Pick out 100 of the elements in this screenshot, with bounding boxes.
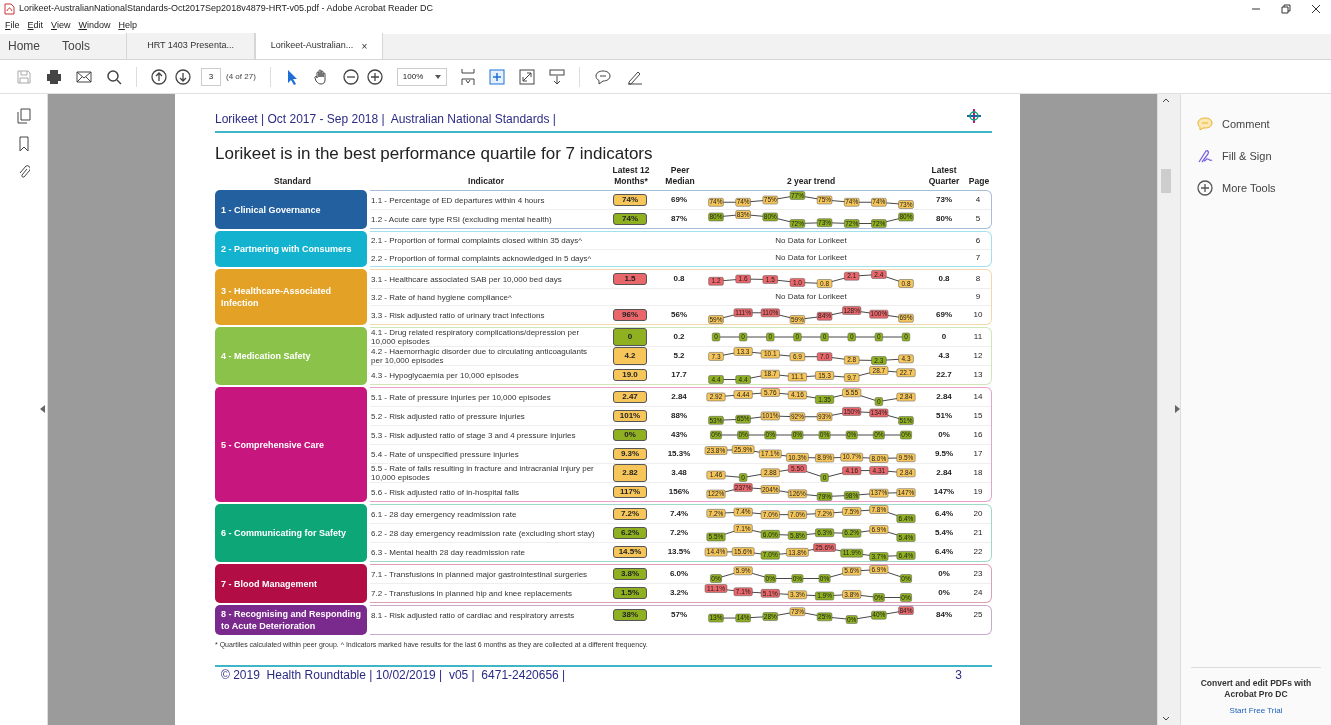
mail-icon[interactable] [76, 68, 92, 85]
indicator-text: 1.1 - Percentage of ED departures within 4 hours [370, 195, 546, 205]
tab-close-button[interactable]: × [361, 38, 368, 54]
restore-icon[interactable] [1281, 4, 1291, 14]
peer-median-text: 88% [670, 411, 688, 421]
fit-page-icon[interactable] [460, 67, 475, 86]
menu-item[interactable]: File [5, 19, 20, 33]
latest-quarter-text: 22.7 [935, 370, 953, 380]
comment-icon[interactable] [593, 68, 612, 85]
standard-tile: 1 - Clinical Governance [215, 190, 367, 229]
peer-median-text: 87% [670, 214, 688, 224]
page-reference-text: 7 [974, 253, 982, 263]
value-badge: 74% [613, 213, 647, 225]
value-badge: 14.5% [613, 546, 647, 558]
menu-item[interactable]: Window [78, 19, 111, 33]
close-icon[interactable] [1311, 4, 1321, 14]
hand-icon[interactable] [312, 68, 329, 85]
page-reference-text: 8 [974, 274, 982, 284]
page-reference-text: 23 [972, 569, 984, 579]
peer-median-text: 0.8 [672, 274, 686, 284]
indicator-text: 3.1 - Healthcare associated SAB per 10,000 bed days [370, 274, 563, 284]
standard-tile: 6 - Communicating for Safety [215, 504, 367, 562]
column-header: Latest 12 Months* [611, 165, 651, 187]
fit-width-icon[interactable] [488, 68, 505, 85]
indicator-text: 1.2 - Acute care type RSI (excluding mental health) [370, 214, 553, 224]
indicator-text: 7.1 - Transfusions in planned major gastrointestinal surgeries [370, 569, 589, 579]
page-footer-text: © 2019 Health Roundtable | 10/02/2019 | v05 | 6471-2420656 | [221, 668, 566, 682]
page-reference-text: 5 [974, 214, 982, 224]
peer-median-text: 5.2 [672, 351, 686, 361]
nav-tab[interactable]: Home [8, 37, 40, 55]
column-header: Latest Quarter [927, 165, 961, 187]
value-badge: 96% [613, 309, 647, 321]
plus-circle-icon [1197, 180, 1213, 196]
peer-median-text: 56% [670, 310, 688, 320]
indicator-text: 4.2 - Haemorrhagic disorder due to circulating anticoagulants per 10,000 episodes [370, 347, 589, 365]
latest-quarter-text: 80% [935, 214, 953, 224]
page-reference-text: 18 [972, 468, 984, 478]
page-reference-text: 16 [972, 430, 984, 440]
free-trial-link[interactable]: Start Free Trial [1229, 705, 1283, 717]
latest-quarter-text: 0% [937, 588, 951, 598]
search-icon[interactable] [106, 68, 122, 85]
value-badge: 2.47 [613, 391, 647, 403]
standard-tile: 7 - Blood Management [215, 564, 367, 603]
indicator-text: 6.2 - 28 day emergency readmission rate (excluding short stay) [370, 528, 596, 538]
next-page-icon[interactable] [175, 68, 191, 85]
indicator-text: 2.2 - Proportion of formal complaints acknowledged in 5 days^ [370, 253, 593, 263]
indicator-text: 3.2 - Rate of hand hygiene compliance^ [370, 292, 513, 302]
page-reference-text: 25 [972, 610, 984, 620]
scroll-mode-icon[interactable] [548, 68, 565, 85]
indicator-text: 4.3 - Hypoglycaemia per 10,000 episodes [370, 370, 520, 380]
peer-median-text: 7.2% [668, 528, 690, 538]
tool-item[interactable]: Comment [1181, 108, 1331, 140]
menu-item[interactable]: Edit [27, 19, 44, 33]
document-tab[interactable]: Lorikeet-Australian... × [255, 33, 384, 59]
tool-item[interactable]: More Tools [1181, 172, 1331, 204]
collapse-left-icon[interactable] [40, 405, 45, 413]
promo-text: Convert and edit PDFs with Acrobat Pro DC [1199, 678, 1313, 700]
page-reference-text: 4 [974, 195, 982, 205]
zoom-in-icon[interactable] [366, 68, 383, 85]
zoom-out-icon[interactable] [342, 68, 359, 85]
latest-quarter-text: 147% [932, 487, 956, 497]
page-reference-text: 11 [972, 332, 984, 342]
indicator-text: 5.3 - Risk adjusted ratio of stage 3 and 4 pressure injuries [370, 430, 577, 440]
full-screen-icon[interactable] [518, 68, 535, 85]
document-tab[interactable]: HRT 1403 Presenta... [127, 33, 256, 59]
pages-icon[interactable] [16, 108, 31, 124]
page-reference-text: 6 [974, 235, 982, 246]
logo-icon [966, 108, 982, 124]
nav-tab[interactable]: Tools [62, 37, 91, 55]
page-number-text: 3 [955, 668, 962, 682]
latest-quarter-text: 73% [935, 195, 953, 205]
page-number-field[interactable]: 3 [201, 67, 221, 86]
value-badge: 1.5% [613, 587, 647, 599]
menu-item[interactable]: Help [118, 19, 137, 33]
speech-bubble-icon [1197, 117, 1213, 131]
bookmark-icon[interactable] [17, 136, 30, 152]
previous-page-icon[interactable] [151, 68, 167, 85]
value-badge: 6.2% [613, 527, 647, 539]
value-badge: 1.5 [613, 273, 647, 285]
paperclip-icon[interactable] [17, 164, 30, 180]
page-reference-text: 20 [972, 509, 984, 519]
indicator-text: 3.3 - Risk adjusted ratio of urinary tract infections [370, 310, 546, 320]
peer-median-text: 3.48 [670, 468, 688, 478]
latest-quarter-text: 5.4% [933, 528, 955, 538]
peer-median-text: 3.2% [668, 588, 690, 598]
menu-item[interactable]: View [51, 19, 71, 33]
standard-tile: 4 - Medication Safety [215, 327, 367, 385]
latest-quarter-text: 0 [940, 332, 948, 342]
scrollbar-thumb[interactable] [1160, 169, 1171, 193]
peer-median-text: 156% [667, 487, 691, 497]
scroll-up-icon[interactable] [1161, 97, 1170, 103]
scroll-down-icon[interactable] [1161, 716, 1170, 722]
peer-median-text: 57% [670, 610, 688, 620]
standard-tile: 8 - Recognising and Responding to Acute Deterioration [215, 605, 367, 635]
value-badge: 3.8% [613, 568, 647, 580]
latest-quarter-text: 69% [935, 310, 953, 320]
tool-item[interactable]: Fill & Sign [1181, 140, 1331, 172]
latest-quarter-text: 51% [935, 411, 953, 421]
zoom-dropdown[interactable]: 100% [396, 67, 447, 86]
latest-quarter-text: 2.84 [935, 392, 953, 402]
